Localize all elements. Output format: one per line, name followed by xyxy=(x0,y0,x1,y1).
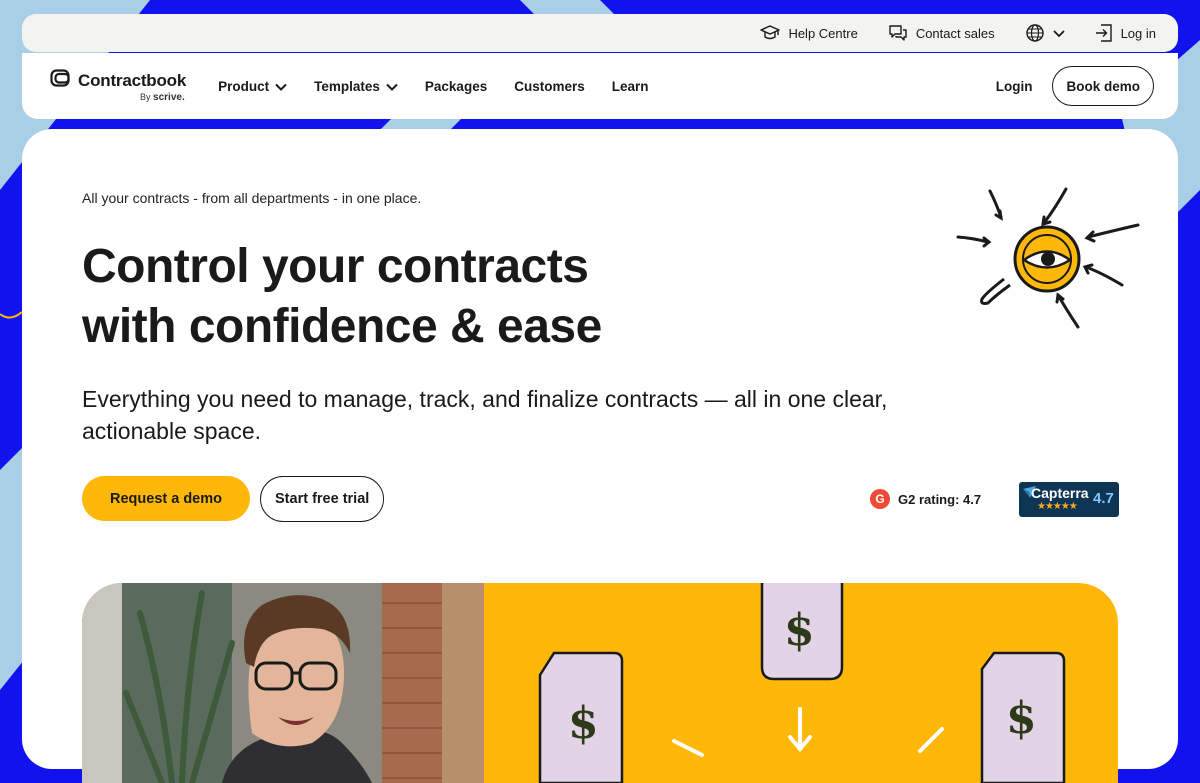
help-centre-link[interactable]: Help Centre xyxy=(760,24,858,42)
nav-item-label: Product xyxy=(218,78,270,94)
graduation-cap-icon xyxy=(760,24,781,42)
nav-item-learn[interactable]: Learn xyxy=(612,79,649,94)
contractbook-logo-icon xyxy=(50,69,72,92)
hero-section: All your contracts - from all department… xyxy=(22,129,1178,783)
hero-eyebrow: All your contracts - from all department… xyxy=(82,190,422,206)
nav-item-label: Learn xyxy=(611,78,649,94)
main-navigation: Contractbook By scrive. Product Template… xyxy=(22,53,1178,119)
nav-actions: Login Book demo xyxy=(996,66,1154,106)
login-link[interactable]: Login xyxy=(996,79,1033,94)
chevron-down-icon xyxy=(386,79,398,94)
log-in-label: Log in xyxy=(1120,25,1156,41)
nav-item-packages[interactable]: Packages xyxy=(425,79,487,94)
sign-in-icon xyxy=(1095,23,1113,43)
g2-rating[interactable]: G G2 rating: 4.7 xyxy=(870,489,981,509)
start-free-trial-button[interactable]: Start free trial xyxy=(260,476,385,522)
dollar-sign-left: $ xyxy=(568,698,599,749)
nav-item-customers[interactable]: Customers xyxy=(514,79,585,94)
chat-bubbles-icon xyxy=(888,24,908,42)
help-centre-label: Help Centre xyxy=(788,25,858,41)
hero-media: $ $ $ xyxy=(82,583,1118,783)
presenter-video-thumbnail[interactable] xyxy=(82,583,484,783)
contact-sales-link[interactable]: Contact sales xyxy=(888,24,995,42)
book-demo-button[interactable]: Book demo xyxy=(1052,66,1154,106)
language-selector[interactable] xyxy=(1025,23,1065,43)
capterra-name: Capterra xyxy=(1031,485,1089,501)
nav-links: Product Templates Packages Customers Lea… xyxy=(218,79,648,94)
dollar-sign-center: $ xyxy=(784,605,815,656)
hero-subheading: Everything you need to manage, track, an… xyxy=(82,386,888,444)
log-in-link[interactable]: Log in xyxy=(1095,23,1156,43)
g2-logo-icon: G xyxy=(870,489,890,509)
headline-line-1: Control your contracts xyxy=(82,240,589,293)
contractbook-logo[interactable]: Contractbook By scrive. xyxy=(50,69,186,103)
request-demo-button[interactable]: Request a demo xyxy=(82,476,250,521)
contracts-illustration: $ $ $ xyxy=(484,583,1118,783)
capterra-score: 4.7 xyxy=(1093,490,1114,507)
dollar-sign-right: $ xyxy=(1006,693,1037,744)
logo-brand-text: scrive. xyxy=(153,92,185,103)
chevron-down-icon xyxy=(1052,28,1065,38)
headline-line-2: with confidence & ease xyxy=(82,300,602,353)
g2-rating-text: G2 rating: 4.7 xyxy=(898,491,982,507)
nav-item-label: Templates xyxy=(314,78,380,94)
contact-sales-label: Contact sales xyxy=(915,25,995,41)
nav-item-label: Packages xyxy=(424,78,488,94)
nav-item-product[interactable]: Product xyxy=(218,79,287,94)
utility-bar: Help Centre Contact sales Log in xyxy=(22,14,1178,52)
logo-byline: By scrive. xyxy=(140,92,186,103)
capterra-rating-badge[interactable]: Capterra ★★★★★ 4.7 xyxy=(1019,482,1119,517)
nav-item-label: Customers xyxy=(514,78,585,94)
logo-by-text: By xyxy=(140,92,151,102)
logo-wordmark: Contractbook xyxy=(78,70,187,90)
magnifier-eye-illustration xyxy=(956,187,1140,329)
hero-headline: Control your contracts with confidence &… xyxy=(82,237,602,357)
globe-icon xyxy=(1025,23,1045,43)
capterra-stars: ★★★★★ xyxy=(1037,501,1078,512)
nav-item-templates[interactable]: Templates xyxy=(314,79,398,94)
chevron-down-icon xyxy=(275,79,287,94)
